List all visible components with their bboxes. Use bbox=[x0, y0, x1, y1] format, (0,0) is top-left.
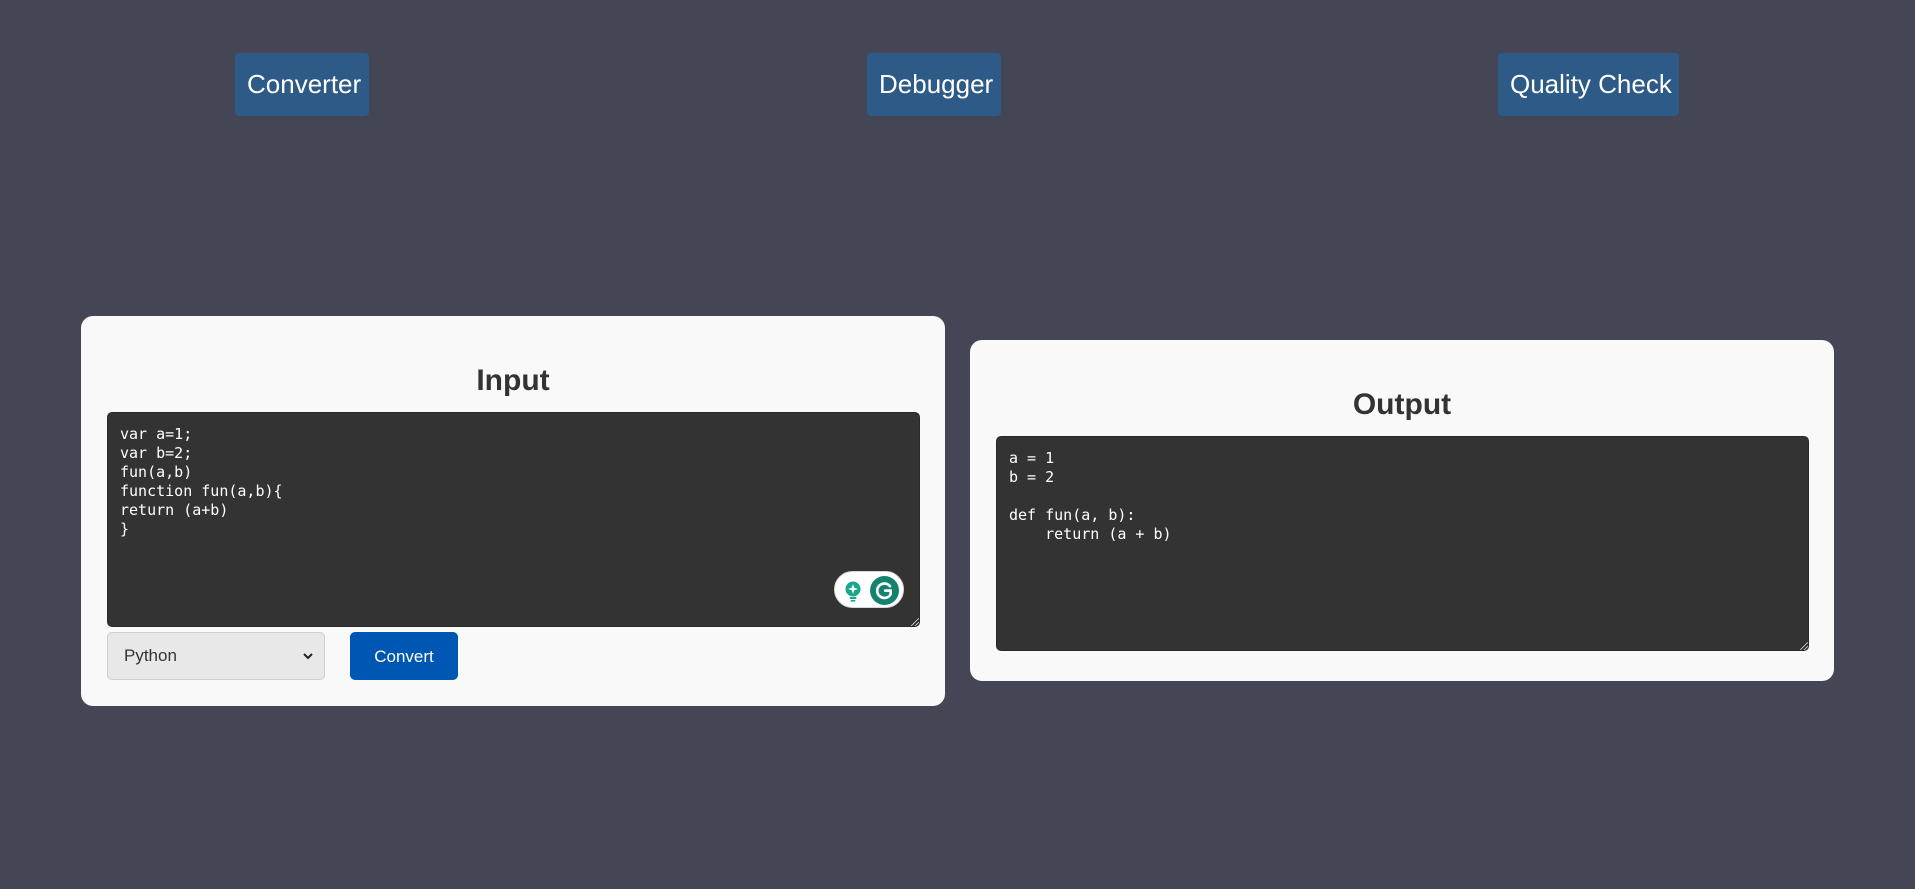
input-panel-title: Input bbox=[476, 364, 550, 397]
convert-button[interactable]: Convert bbox=[350, 632, 458, 680]
chevron-down-icon bbox=[303, 653, 313, 660]
converter-tab-button[interactable]: Converter bbox=[235, 53, 369, 116]
grammarly-g-glyph bbox=[875, 582, 892, 600]
output-code-textarea[interactable]: a = 1 b = 2 def fun(a, b): return (a + b… bbox=[996, 436, 1809, 651]
lightbulb-icon[interactable] bbox=[843, 580, 863, 602]
grammarly-icon[interactable] bbox=[870, 576, 899, 605]
language-select-value: Python bbox=[124, 646, 177, 665]
input-panel: Input var a=1; var b=2; fun(a,b) functio… bbox=[81, 316, 945, 706]
grammarly-widget[interactable] bbox=[834, 571, 904, 608]
quality-check-tab-button[interactable]: Quality Check bbox=[1498, 53, 1679, 116]
output-panel-title: Output bbox=[1352, 388, 1452, 421]
input-code-textarea[interactable]: var a=1; var b=2; fun(a,b) function fun(… bbox=[107, 412, 920, 627]
debugger-tab-button[interactable]: Debugger bbox=[867, 53, 1001, 116]
output-panel: Output a = 1 b = 2 def fun(a, b): return… bbox=[970, 340, 1834, 681]
language-select[interactable]: Python bbox=[107, 632, 325, 680]
